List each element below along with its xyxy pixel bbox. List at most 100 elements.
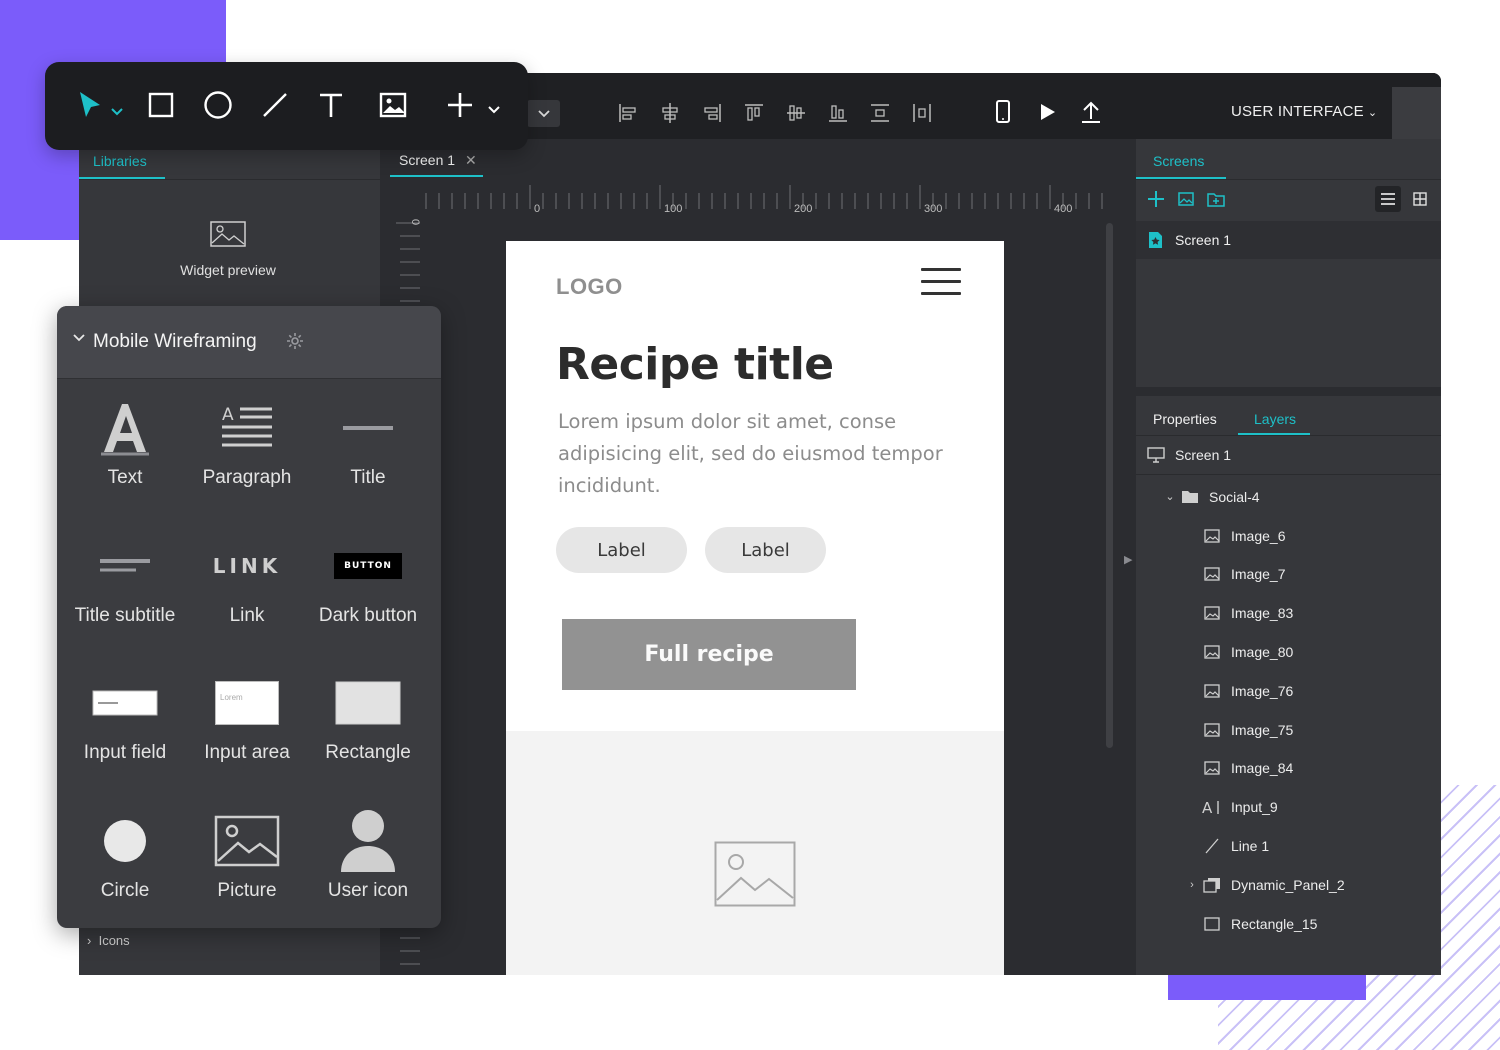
ellipse-tool[interactable] [203, 87, 233, 123]
screen-list-item[interactable]: Screen 1 [1136, 221, 1441, 259]
layer-row[interactable]: Image_6 [1136, 516, 1441, 555]
text-tool[interactable] [317, 87, 345, 123]
chevron-down-icon[interactable] [73, 334, 85, 342]
widget-label: Dark button [318, 605, 418, 626]
mobile-device-icon[interactable] [991, 99, 1015, 125]
drawing-toolbar [45, 62, 528, 150]
layer-label: Image_80 [1231, 643, 1294, 660]
image-section [506, 731, 1004, 975]
line-icon [263, 93, 287, 117]
label-pill[interactable]: Label [556, 527, 687, 573]
chevron-right-icon[interactable]: › [1184, 879, 1200, 891]
layer-label: Image_75 [1231, 721, 1294, 738]
view-toggle [1375, 186, 1433, 212]
label-pill[interactable]: Label [705, 527, 826, 573]
tab-screen-1[interactable]: Screen 1 ✕ [399, 152, 477, 169]
align-top-icon[interactable] [743, 101, 765, 125]
widget-title-subtitle[interactable]: Title subtitle [64, 528, 186, 627]
widget-preview-label: Widget preview [180, 262, 276, 278]
align-middle-icon[interactable] [785, 101, 807, 125]
widget-user-icon[interactable]: User icon [307, 803, 429, 902]
library-section-label: Icons [98, 933, 130, 948]
align-left-icon[interactable] [617, 101, 639, 125]
widget-title[interactable]: Title [307, 390, 429, 489]
widget-label: User icon [327, 880, 409, 901]
tab-layers[interactable]: Layers [1254, 411, 1296, 427]
image-tool[interactable] [379, 87, 407, 123]
widget-paragraph[interactable]: A Paragraph [186, 390, 308, 489]
library-section-icons[interactable]: › Icons [87, 933, 130, 948]
add-image-screen-icon[interactable] [1176, 189, 1196, 209]
widget-text[interactable]: Text [64, 390, 186, 489]
library-header[interactable]: Mobile Wireframing [57, 306, 441, 379]
add-tool[interactable] [445, 87, 501, 123]
widget-label: Picture [217, 880, 277, 901]
widget-link[interactable]: LINK Link [186, 528, 308, 627]
topbar-side-block [1392, 87, 1441, 139]
hamburger-menu-icon[interactable] [921, 268, 961, 304]
tab-libraries[interactable]: Libraries [93, 153, 147, 169]
tab-screens[interactable]: Screens [1153, 153, 1204, 169]
layer-row[interactable]: Image_7 [1136, 555, 1441, 594]
tab-underline [390, 175, 483, 177]
list-view-icon[interactable] [1375, 186, 1401, 212]
layer-row[interactable]: A Input_9 [1136, 788, 1441, 827]
user-widget-icon [341, 810, 395, 872]
distribute-vertical-icon[interactable] [869, 101, 891, 125]
layer-label: Image_7 [1231, 566, 1286, 583]
layer-row[interactable]: › Dynamic_Panel_2 [1136, 865, 1441, 904]
distribute-horizontal-icon[interactable] [911, 101, 933, 125]
canvas-scrollbar[interactable] [1106, 223, 1113, 748]
screen-list-item-label: Screen 1 [1175, 232, 1232, 248]
full-recipe-button[interactable]: Full recipe [562, 619, 856, 690]
layer-row[interactable]: Image_76 [1136, 671, 1441, 710]
widget-label: Rectangle [325, 742, 411, 763]
widget-picture[interactable]: Picture [186, 803, 308, 902]
layer-row[interactable]: Image_83 [1136, 594, 1441, 633]
expand-panel-icon[interactable]: ▶ [1124, 553, 1132, 566]
ruler-label: 100 [664, 203, 682, 215]
widget-rectangle[interactable]: Rectangle [307, 665, 429, 764]
layer-row[interactable]: Image_84 [1136, 749, 1441, 788]
widget-dark-button[interactable]: BUTTON Dark button [307, 528, 429, 627]
image-layer-icon [1202, 526, 1222, 546]
tab-properties[interactable]: Properties [1153, 411, 1217, 427]
align-right-icon[interactable] [701, 101, 723, 125]
layer-root-screen[interactable]: Screen 1 [1136, 436, 1441, 475]
play-icon[interactable] [1035, 99, 1059, 125]
align-bottom-icon[interactable] [827, 101, 849, 125]
library-title: Mobile Wireframing [93, 331, 257, 352]
input-field-widget-icon [92, 690, 158, 716]
layer-group[interactable]: ⌄ Social-4 [1136, 477, 1441, 516]
widget-input-field[interactable]: Input field [64, 665, 186, 764]
close-icon[interactable]: ✕ [465, 152, 477, 168]
add-screen-icon[interactable] [1146, 189, 1166, 209]
layer-label: Line 1 [1231, 837, 1270, 854]
align-center-icon[interactable] [659, 101, 681, 125]
divider [79, 179, 380, 180]
align-tools [617, 101, 933, 125]
pointer-tool[interactable] [78, 87, 124, 123]
layer-row[interactable]: Line 1 [1136, 826, 1441, 865]
line-tool[interactable] [261, 87, 289, 123]
layers-panel-tabs: Properties Layers [1136, 396, 1441, 437]
layer-row[interactable]: Rectangle_15 [1136, 904, 1441, 943]
upload-icon[interactable] [1079, 99, 1103, 125]
gear-icon[interactable] [286, 332, 304, 350]
grid-view-icon[interactable] [1407, 186, 1433, 212]
widget-label: Input field [83, 742, 167, 763]
mode-select[interactable]: USER INTERFACE ⌄ [1231, 103, 1377, 120]
monitor-icon [1146, 445, 1166, 465]
layer-row[interactable]: Image_80 [1136, 632, 1441, 671]
image-layer-icon [1202, 642, 1222, 662]
toolbar-dropdown-button[interactable] [527, 100, 560, 127]
chevron-down-icon[interactable]: ⌄ [1162, 490, 1178, 503]
layer-row[interactable]: Image_75 [1136, 710, 1441, 749]
picture-widget-icon [214, 815, 280, 867]
widget-label: Input area [204, 742, 290, 763]
artboard-screen-1[interactable]: LOGO Recipe title Lorem ipsum dolor sit … [506, 241, 1004, 975]
rectangle-tool[interactable] [148, 87, 174, 123]
widget-circle[interactable]: Circle [64, 803, 186, 902]
add-folder-icon[interactable] [1206, 189, 1226, 209]
widget-input-area[interactable]: Lorem Input area [186, 665, 308, 764]
